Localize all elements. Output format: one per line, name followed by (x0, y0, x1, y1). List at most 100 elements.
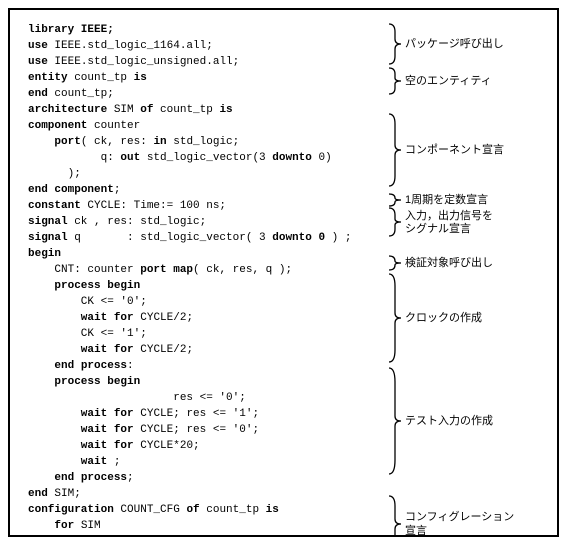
code-text: entity (28, 72, 68, 84)
annotation-label: パッケージ呼び出し (403, 37, 557, 51)
code-line: for SIM (28, 518, 385, 534)
code-text: wait (28, 312, 107, 324)
code-text: wait (28, 424, 107, 436)
code-line: end process; (28, 470, 385, 486)
annotation-label: クロックの作成 (403, 311, 557, 325)
code-text: is (134, 72, 147, 84)
code-line: end process: (28, 358, 385, 374)
code-line: wait for CYCLE/2; (28, 310, 385, 326)
code-text: ) ; (325, 232, 351, 244)
code-text: IEEE.std_logic_unsigned.all; (48, 56, 239, 68)
brace-icon (385, 494, 403, 537)
code-text: component (54, 184, 113, 196)
code-text: port (140, 264, 166, 276)
annotation-label: 検証対象呼び出し (403, 256, 557, 270)
code-line: res <= '0'; (28, 390, 385, 406)
code-line: wait for CYCLE/2; (28, 342, 385, 358)
annotation-label: 入力，出力信号を (403, 209, 557, 223)
code-text: CYCLE; res <= '1'; (134, 408, 259, 420)
brace-icon (385, 272, 403, 364)
code-line: port( ck, res: in std_logic; (28, 134, 385, 150)
code-line: entity count_tp is (28, 70, 385, 86)
annotation-entity: 空のエンティティ (385, 66, 557, 96)
code-text: out (120, 152, 140, 164)
code-text: for (114, 312, 134, 324)
code-text: 0) (312, 152, 332, 164)
code-text: end (28, 184, 48, 196)
code-line: use IEEE.std_logic_1164.all; (28, 38, 385, 54)
brace-icon (385, 192, 403, 208)
annotation-component: コンポーネント宣言 (385, 112, 557, 188)
code-text: ; (127, 472, 134, 484)
code-text: map (173, 264, 193, 276)
code-line: CK <= '0'; (28, 294, 385, 310)
code-text: is (219, 104, 232, 116)
code-text: process (28, 280, 101, 292)
brace-icon (385, 366, 403, 476)
code-text: ; (107, 456, 120, 468)
code-text: wait (28, 440, 107, 452)
annotation-instantiate: 検証対象呼び出し (385, 254, 557, 272)
code-text: ck , res: std_logic; (68, 216, 207, 228)
code-line: begin (28, 246, 385, 262)
annotation-clock: クロックの作成 (385, 272, 557, 364)
code-text: for (28, 520, 74, 532)
annotation-layer: パッケージ呼び出し 空のエンティティ コンポーネント宣言 1周期を定数宣言 入力 (385, 10, 557, 535)
code-line: wait for CYCLE; res <= '1'; (28, 406, 385, 422)
annotation-label: 1周期を定数宣言 (403, 193, 557, 207)
code-text: end (28, 472, 74, 484)
code-text: ( ck, res: (81, 136, 154, 148)
code-text: CYCLE/2; (134, 344, 193, 356)
code-line: end component; (28, 182, 385, 198)
code-text: count_tp (68, 72, 134, 84)
code-text: IEEE.std_logic_1164.all; (48, 40, 213, 52)
code-line: constant CYCLE: Time:= 100 ns; (28, 198, 385, 214)
code-line: architecture SIM of count_tp is (28, 102, 385, 118)
code-text: process (81, 472, 127, 484)
annotation-label: コンポーネント宣言 (403, 143, 557, 157)
code-text (107, 408, 114, 420)
code-line: use IEEE.std_logic_unsigned.all; (28, 54, 385, 70)
code-text: architecture (28, 104, 107, 116)
brace-icon (385, 22, 403, 66)
code-text: process (28, 376, 101, 388)
code-line: signal ck , res: std_logic; (28, 214, 385, 230)
annotation-configuration: コンフィグレーション 宣言 (385, 494, 557, 537)
code-text: CYCLE: Time:= 100 ns; (81, 200, 226, 212)
code-text: for (114, 424, 134, 436)
code-line: signal q : std_logic_vector( 3 downto 0 … (28, 230, 385, 246)
code-line: end SIM; (28, 486, 385, 502)
code-text: is (266, 504, 279, 516)
code-text: component (28, 120, 87, 132)
code-text: CYCLE; res <= '0'; (134, 424, 259, 436)
code-line: process begin (28, 278, 385, 294)
code-text: wait (28, 408, 107, 420)
code-text: downto (272, 232, 312, 244)
code-text: count_tp; (48, 88, 114, 100)
code-text: end (28, 360, 74, 372)
code-text: ; (114, 184, 121, 196)
code-text: CK <= '0'; (28, 296, 147, 308)
code-text: for (114, 408, 134, 420)
code-text: CK <= '1'; (28, 328, 147, 340)
annotation-constant: 1周期を定数宣言 (385, 192, 557, 208)
code-line: end count_tp; (28, 86, 385, 102)
code-text: COUNT_CFG (114, 504, 187, 516)
annotation-signal-io: 入力，出力信号を (385, 208, 557, 224)
code-line: wait for CYCLE*20; (28, 438, 385, 454)
code-text: CNT: counter (28, 264, 140, 276)
code-text: for (114, 440, 134, 452)
code-text: for (81, 536, 101, 537)
code-text (74, 472, 81, 484)
code-text: ; (101, 536, 108, 537)
brace-icon (385, 254, 403, 272)
code-text: of (140, 104, 153, 116)
annotation-signal: シグナル宣言 (385, 206, 557, 238)
code-text: SIM (107, 104, 140, 116)
code-text: q: (28, 152, 120, 164)
code-text (107, 440, 114, 452)
code-text (107, 344, 114, 356)
annotation-label: シグナル宣言 (403, 222, 557, 236)
code-text: SIM; (48, 488, 81, 500)
code-text: ); (28, 168, 81, 180)
